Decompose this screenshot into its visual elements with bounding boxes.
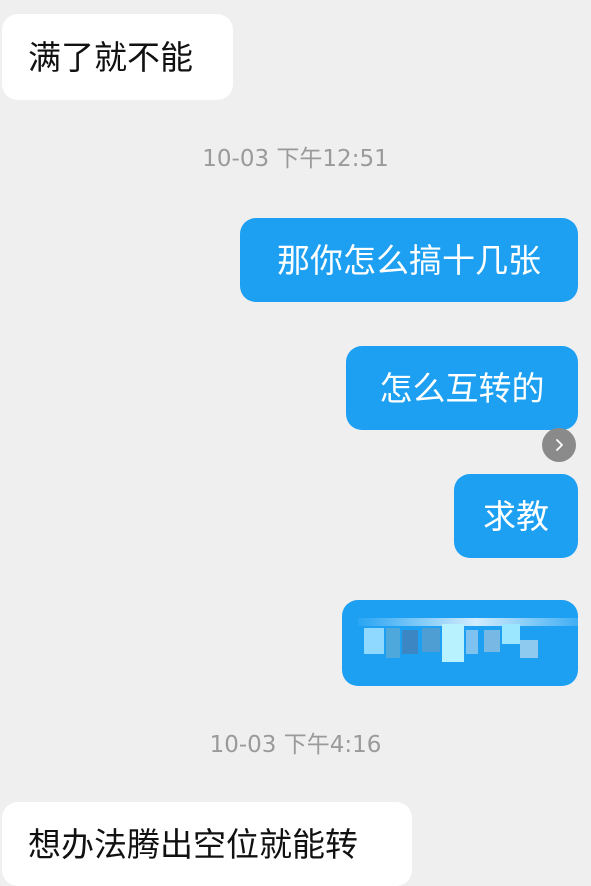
- pixelation-block: [442, 624, 464, 662]
- pixelation-block: [466, 630, 478, 654]
- message-text: 想办法腾出空位就能转: [28, 824, 358, 864]
- message-text: 那你怎么搞十几张: [277, 240, 541, 280]
- timestamp: 10-03 下午12:51: [0, 148, 591, 171]
- forward-button[interactable]: [542, 428, 576, 462]
- outgoing-message[interactable]: 求教: [454, 474, 578, 558]
- timestamp-text: 10-03 下午4:16: [209, 732, 382, 758]
- message-text: 求教: [483, 496, 549, 536]
- timestamp: 10-03 下午4:16: [0, 734, 591, 757]
- chevron-right-icon: [556, 439, 563, 451]
- pixelation-block: [402, 630, 418, 654]
- outgoing-message[interactable]: 那你怎么搞十几张: [240, 218, 578, 302]
- pixelation-block: [520, 640, 538, 658]
- blurred-outgoing-message[interactable]: [342, 600, 578, 686]
- pixelation-block: [422, 628, 440, 652]
- pixelation-block: [364, 628, 384, 654]
- pixelation-block: [386, 628, 400, 658]
- incoming-message[interactable]: 满了就不能: [2, 14, 233, 100]
- chat-thread: 满了就不能 10-03 下午12:51 那你怎么搞十几张 怎么互转的 求教 10…: [0, 0, 591, 886]
- message-text: 满了就不能: [28, 37, 193, 77]
- pixelation-block: [358, 618, 578, 626]
- incoming-message[interactable]: 想办法腾出空位就能转: [2, 802, 412, 886]
- timestamp-text: 10-03 下午12:51: [202, 146, 389, 172]
- message-text: 怎么互转的: [379, 368, 545, 408]
- pixelation-block: [484, 630, 500, 652]
- outgoing-message[interactable]: 怎么互转的: [346, 346, 578, 430]
- pixelation-block: [502, 624, 520, 644]
